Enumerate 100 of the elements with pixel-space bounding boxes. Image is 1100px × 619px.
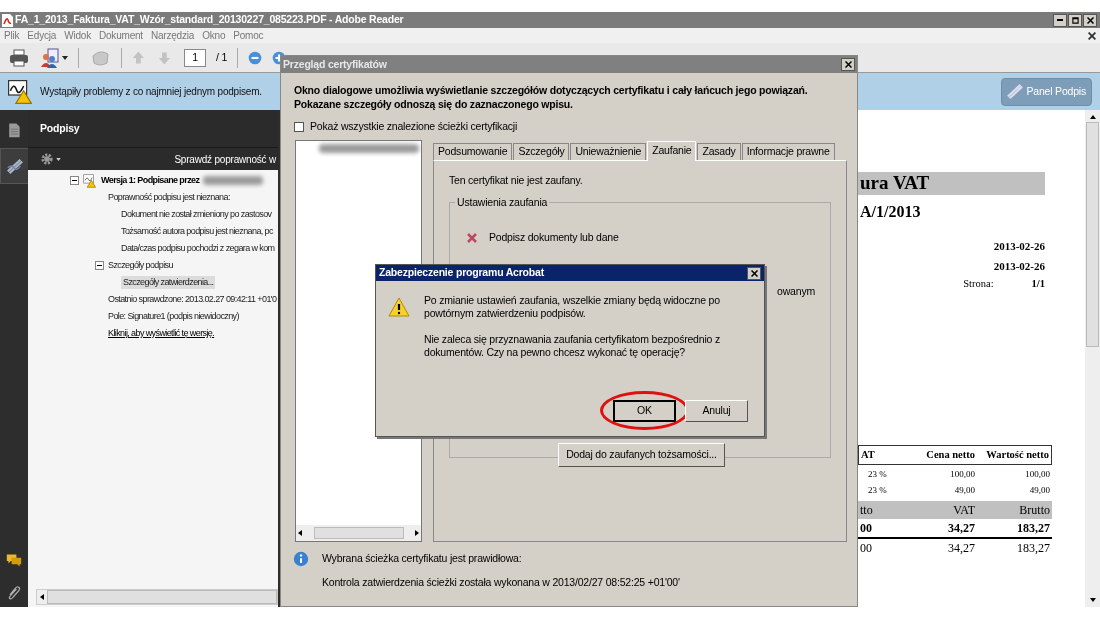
alert-message: Nie zaleca się przyznawania zaufania certyfikatom bezpośrednio z dokumentów. Czy na pewno chcesz wykonać tę operację? <box>424 333 721 359</box>
tab[interactable]: Zasady <box>697 142 741 160</box>
zoom-out-icon[interactable] <box>248 50 263 65</box>
tab[interactable]: Unieważnienie <box>570 142 647 160</box>
expand-toggle[interactable] <box>70 176 79 185</box>
trust-setting-label: Podpisz dokumenty lub dane <box>489 230 619 246</box>
signature-warning-icon <box>8 79 32 104</box>
share-dropdown[interactable] <box>40 47 68 68</box>
scroll-left-icon <box>298 529 302 536</box>
column-header: VAT <box>952 501 975 519</box>
table-cell-text: 49,00 <box>1028 484 1050 497</box>
close-document-icon[interactable] <box>1088 31 1096 40</box>
invoice-date: 2013-02-26 <box>993 239 1045 254</box>
horizontal-scrollbar[interactable] <box>296 524 421 541</box>
maximize-button[interactable] <box>1068 13 1082 27</box>
comments-icon[interactable] <box>5 553 23 569</box>
page-number-field[interactable]: 1 <box>184 48 206 67</box>
dialog-title: Zabezpieczenie programu Acrobat <box>379 265 544 281</box>
scroll-right-icon <box>415 529 419 536</box>
page-value: 1/1 <box>1031 277 1045 291</box>
table-cell-text: 100,00 <box>949 467 975 481</box>
trust-setting-label: owanym <box>777 284 815 299</box>
tree-item: Poprawność podpisu jest nieznana: <box>108 190 230 204</box>
panel-title: Podpisy <box>40 120 80 136</box>
tree-item[interactable]: Szczegóły zatwierdzenia... <box>121 275 216 290</box>
maximize-icon <box>1071 16 1079 24</box>
menu-item[interactable]: Okno <box>202 28 226 43</box>
table-cell-text: 49,00 <box>953 484 975 497</box>
window-title: FA_1_2013_Faktura_VAT_Wzór_standard_20130227_085223.PDF - Adobe Reader <box>15 12 404 28</box>
tree-item: Tożsamość autora podpisu jest nieznana, pc <box>121 224 273 238</box>
dialog-description: Okno dialogowe umożliwia wyświetlanie szczegółów dotyczących certyfikatu i cały łańcuch jego powiązań. Pokazane szczegóły odnoszą się do zaznaczonego wpisu. <box>293 83 809 111</box>
scroll-up-icon <box>1089 115 1096 119</box>
tree-item: Data/czas podpisu pochodzi z zegara w kom <box>121 241 275 255</box>
table-cell-text: 100,00 <box>1024 467 1050 481</box>
signature-warning-icon <box>83 173 97 188</box>
group-label: Ustawienia zaufania <box>456 194 549 210</box>
close-button[interactable] <box>841 58 855 71</box>
vertical-scrollbar[interactable] <box>1085 110 1100 607</box>
add-trusted-identity-button[interactable]: Dodaj do zaufanych tożsamości... <box>558 443 725 467</box>
table-cell-text: 183,27 <box>1016 539 1050 557</box>
options-menu[interactable] <box>40 152 61 166</box>
page-label: Strona: <box>963 277 994 291</box>
menu-item[interactable]: Widok <box>64 28 91 43</box>
table-cell-text: 00 <box>860 519 873 537</box>
table-cell-text: 23 % <box>867 484 888 497</box>
column-header: Brutto <box>1018 501 1050 519</box>
cancel-button[interactable]: Anuluj <box>685 400 748 422</box>
caret-icon <box>62 55 68 60</box>
table-cell-text: 00 <box>860 539 873 557</box>
invoice-number: A/1/2013 <box>859 202 922 222</box>
invoice-date: 2013-02-26 <box>993 258 1045 274</box>
tree-item: Ostatnio sprawdzone: 2013.02.27 09:42:11 +01'0 <box>108 292 277 306</box>
table-cell-text: 34,27 <box>947 519 975 537</box>
table-cell-text: 34,27 <box>947 539 975 557</box>
close-button[interactable] <box>1083 13 1097 27</box>
people-icon <box>40 47 60 68</box>
pdf-file-icon <box>2 13 13 27</box>
expand-toggle[interactable] <box>95 261 104 270</box>
minimize-button[interactable] <box>1053 13 1067 27</box>
show-all-paths-checkbox[interactable]: Pokaż wszystkie znalezione ścieżki certyfikacji <box>281 119 857 135</box>
printer-icon[interactable] <box>8 47 30 68</box>
column-header: AT <box>861 447 876 462</box>
tree-item: Pole: Signature1 (podpis niewidoczny) <box>108 309 239 323</box>
menu-item[interactable]: Edycja <box>27 28 57 43</box>
menu-item[interactable]: Narzędzia <box>150 28 195 43</box>
tab[interactable]: Informacje prawne <box>741 142 835 160</box>
tab[interactable]: Podsumowanie <box>433 142 513 160</box>
horizontal-scrollbar[interactable] <box>36 589 278 605</box>
status-text: Wybrana ścieżka certyfikatu jest prawidłowa: <box>322 550 522 566</box>
table-cell-text: 183,27 <box>1016 519 1050 537</box>
tree-item: Dokument nie został zmieniony po zastosov <box>121 207 272 221</box>
dialog-title: Przegląd certyfikatów <box>283 56 387 72</box>
close-button[interactable] <box>747 266 761 280</box>
scroll-left-icon <box>40 594 44 600</box>
signature-pen-icon <box>5 157 24 175</box>
gear-icon <box>40 152 54 166</box>
warning-icon <box>388 297 410 317</box>
column-header: Cena netto <box>925 447 975 462</box>
tree-item[interactable]: Szczegóły podpisu <box>108 258 173 273</box>
menu-item[interactable]: Plik <box>4 28 20 43</box>
side-tab[interactable] <box>0 148 28 184</box>
scroll-down-icon <box>1089 598 1096 602</box>
info-icon <box>293 550 309 567</box>
column-header: tto <box>860 501 874 519</box>
ok-button[interactable]: OK <box>613 400 676 422</box>
caret-icon <box>56 157 61 161</box>
alert-message: Po zmianie ustawień zaufania, wszelkie zmiany będą widoczne po powtórnym zatwierdzeniu podpisów. <box>424 294 721 320</box>
tab[interactable]: Szczegóły <box>513 142 570 160</box>
minimize-icon <box>1057 19 1063 21</box>
close-icon <box>750 269 758 277</box>
tree-item[interactable]: Wersja 1: Podpisane przez <box>101 173 200 188</box>
paperclip-icon[interactable] <box>6 585 22 601</box>
version-link[interactable]: Kliknij, aby wyświetlić tę wersję. <box>108 326 215 341</box>
tab[interactable]: Zaufanie <box>647 140 697 161</box>
close-icon <box>1086 16 1094 24</box>
page-count: / 1 <box>216 49 228 65</box>
table-cell-text: 23 % <box>867 467 888 481</box>
menu-item[interactable]: Dokument <box>98 28 143 43</box>
pen-icon <box>1006 83 1023 100</box>
menu-item[interactable]: Pomoc <box>233 28 264 43</box>
